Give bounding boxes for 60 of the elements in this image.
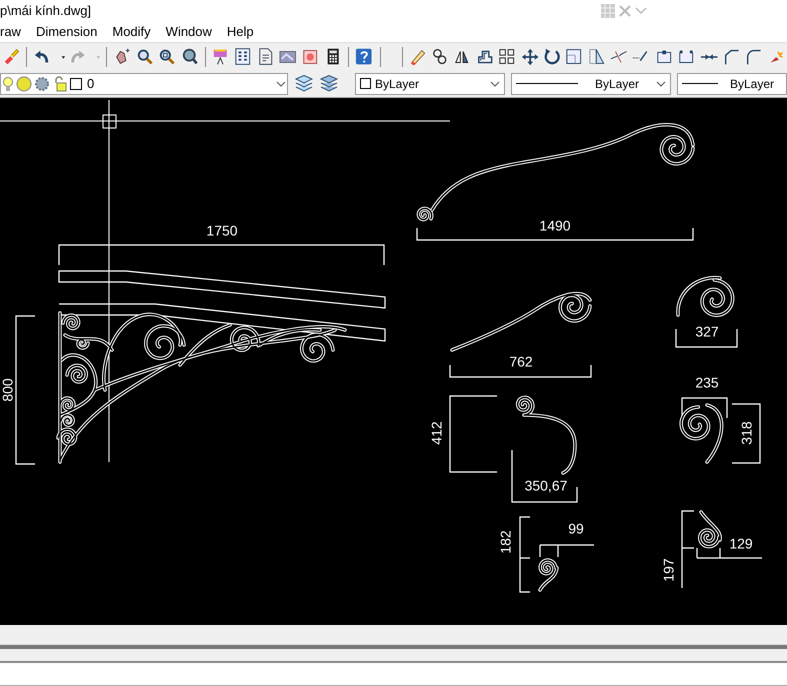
dimension-text: 1490	[539, 218, 571, 234]
layers-icon[interactable]	[319, 74, 339, 92]
chevron-icon[interactable]	[656, 80, 666, 86]
menu-item[interactable]: Help	[226, 22, 254, 42]
color-swatch-icon	[70, 78, 82, 90]
color-swatch-icon	[360, 78, 371, 89]
dimension-text: 800	[0, 378, 16, 402]
grid-window-icon[interactable]	[234, 46, 253, 66]
line-sample-icon	[682, 82, 718, 85]
dimension-line	[511, 450, 578, 503]
dimension-text: 99	[568, 520, 584, 537]
layer-dropdown[interactable]: 0	[0, 72, 288, 94]
dropdown-value: ByLayer	[375, 76, 420, 92]
menu-item[interactable]: raw	[0, 22, 21, 42]
dimension-text: 350,67	[524, 478, 568, 494]
menu-item[interactable]: Window	[166, 22, 212, 42]
stretch-icon[interactable]	[588, 46, 606, 66]
line-sample-icon	[516, 82, 578, 85]
dimension-text: 182	[498, 530, 514, 554]
dimension-text: 235	[695, 374, 719, 391]
menu-item[interactable]: Dimension	[36, 22, 98, 42]
dimension-text: 412	[428, 421, 445, 445]
spiral-drawing	[680, 403, 724, 464]
dimension-line	[681, 397, 728, 418]
dimension-text: 327	[695, 324, 719, 340]
menu-item[interactable]: Modify	[112, 22, 151, 42]
dimension-text: 197	[660, 558, 677, 582]
spiral-drawing	[698, 510, 722, 548]
layers-icon[interactable]	[294, 74, 314, 92]
dimension-text: 129	[729, 536, 753, 552]
scale-icon[interactable]	[565, 46, 584, 66]
magnifier-icon[interactable]	[180, 46, 199, 66]
paintbrush-icon[interactable]	[2, 46, 20, 66]
chain-icon[interactable]	[430, 46, 450, 66]
lightbulb-icon[interactable]	[2, 76, 14, 92]
array-icon[interactable]	[498, 46, 517, 66]
layer-name: 0	[87, 74, 96, 93]
color-dropdown[interactable]: ByLayer	[355, 72, 505, 94]
move-icon[interactable]	[520, 46, 539, 66]
spiral-drawing	[676, 276, 734, 317]
rotate-icon[interactable]	[542, 46, 562, 66]
window-title: p\mái kính.dwg]	[0, 2, 92, 20]
magnifier-icon[interactable]	[136, 46, 154, 66]
dimension-text: 318	[738, 421, 755, 445]
spiral-drawing	[538, 558, 559, 592]
sun-icon[interactable]	[16, 76, 32, 92]
dimension-line	[732, 403, 761, 464]
linetype-dropdown[interactable]: ByLayer	[511, 72, 671, 94]
dropdown-value: ByLayer	[594, 76, 640, 92]
dimension-text: 1750	[206, 222, 238, 239]
dimension-text: 762	[509, 354, 533, 370]
magnifier-icon[interactable]	[158, 46, 177, 66]
chevron-icon[interactable]	[490, 80, 500, 86]
drawing-canvas[interactable]: 1750 800 1490 762 327 412 350,67 235 318 182 99 197 129	[0, 98, 787, 625]
gear-icon[interactable]	[34, 76, 50, 92]
dropdown-value: ByLayer	[728, 76, 776, 92]
chevron-icon[interactable]	[276, 80, 286, 86]
lineweight-dropdown[interactable]: ByLayer	[677, 72, 787, 94]
help-icon[interactable]	[355, 46, 374, 66]
dimension-line	[539, 544, 595, 558]
